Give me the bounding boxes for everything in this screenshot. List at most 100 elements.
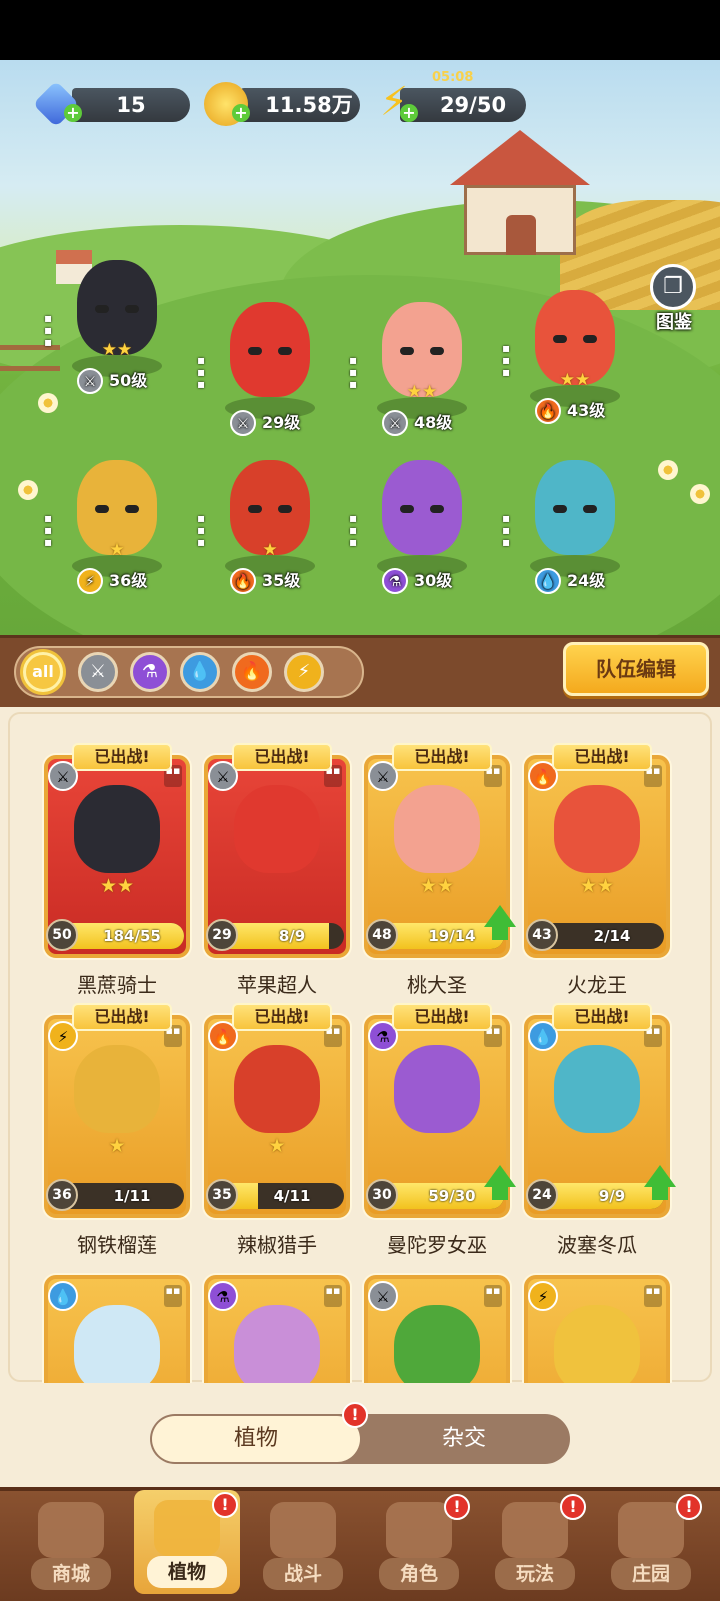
hero-stars: ★: [109, 540, 125, 560]
hero-pips: ▪ ▪ ▪: [44, 311, 53, 349]
shard-progress-text: 1/11: [113, 1187, 151, 1205]
upgrade-arrow-icon: [644, 1165, 676, 1187]
filter-sword-button[interactable]: ⚔: [78, 652, 118, 692]
nav-plant[interactable]: 植物!: [134, 1490, 240, 1594]
add-energy-button[interactable]: +: [400, 104, 418, 122]
hero-level-text: 50级: [109, 371, 148, 390]
card-stars: ★★: [579, 875, 615, 897]
card-grid[interactable]: ⚔ ▪▪ 已出战! ★★ 184/55 50 黑蔗骑士 ⚔ ▪▪ 已出战! 8/9 29 苹果超人 ⚔ ▪▪…: [0, 707, 720, 1383]
plant-card[interactable]: ⚗ ▪▪ 已出战! 59/30 30: [364, 1005, 516, 1218]
plant-card[interactable]: 💧 ▪▪ 已出战! 9/9 24: [524, 1005, 676, 1218]
card-name: 钢铁榴莲: [77, 1233, 157, 1257]
tab-plants[interactable]: 植物: [152, 1416, 360, 1462]
add-gold-button[interactable]: +: [232, 104, 250, 122]
plant-card[interactable]: 🔥 ▪▪ 已出战! ★★ 2/14 43: [524, 745, 670, 958]
filter-lightning-button[interactable]: ⚡: [284, 652, 324, 692]
nav-shop[interactable]: 商城: [18, 1492, 124, 1596]
plant-portrait: [74, 785, 160, 873]
hero-level: 🔥 35级: [230, 568, 300, 594]
shard-progress-text: 184/55: [103, 927, 161, 945]
lineup-hero[interactable]: ▪ ▪ ▪ 💧 24级: [502, 440, 640, 594]
nav-label: 角色: [379, 1558, 459, 1590]
hero-eye: [583, 505, 597, 513]
lineup-hero[interactable]: ★ ▪ ▪ ▪ 🔥 35级: [197, 440, 335, 594]
shard-progress-text: 4/11: [273, 1187, 311, 1205]
lineup-hero[interactable]: ★★ ▪ ▪ ▪ ⚔ 50级: [44, 240, 182, 394]
gem-counter: 15: [72, 88, 190, 122]
plant-card[interactable]: ⚡ ▪▪: [524, 1275, 670, 1383]
shard-progress-text: 2/14: [593, 927, 631, 945]
energy-count: 29/50: [439, 93, 507, 117]
hero-eye: [278, 505, 292, 513]
nav-alert-badge: !: [676, 1494, 702, 1520]
hero-level-text: 43级: [567, 401, 606, 420]
plant-card[interactable]: ⚗ ▪▪: [204, 1275, 350, 1383]
hero-eye: [95, 305, 109, 313]
plant-card[interactable]: ⚔ ▪▪: [364, 1275, 510, 1383]
plant-card[interactable]: ⚔ ▪▪ 已出战! ★★ 19/14 48: [364, 745, 516, 958]
hero-stars: ★★: [406, 382, 438, 402]
nav-gameplay[interactable]: 玩法!: [482, 1492, 588, 1596]
plant-portrait: [74, 1305, 160, 1383]
hero-eye: [278, 347, 292, 355]
filter-fire-button[interactable]: 🔥: [232, 652, 272, 692]
card-grid-inner: ⚔ ▪▪ 已出战! ★★ 184/55 50 黑蔗骑士 ⚔ ▪▪ 已出战! 8/9 29 苹果超人 ⚔ ▪▪…: [0, 707, 720, 1383]
plant-card[interactable]: 💧 ▪▪: [44, 1275, 190, 1383]
lineup-hero[interactable]: ★★ ▪ ▪ ▪ ⚔ 48级: [349, 282, 487, 436]
sword-icon: ⚔: [77, 368, 103, 394]
slot-indicator: ▪▪: [644, 1285, 662, 1307]
card-level: 29: [206, 919, 238, 951]
plant-portrait: [394, 1305, 480, 1383]
card-level: 35: [206, 1179, 238, 1211]
status-bar: [0, 0, 720, 60]
card-level: 30: [366, 1179, 398, 1211]
upgrade-arrow-icon: [484, 905, 516, 927]
filter-all-button[interactable]: all: [23, 652, 63, 692]
nav-manor[interactable]: 庄园!: [598, 1492, 704, 1596]
hero-eye: [553, 505, 567, 513]
hero-level-text: 35级: [262, 571, 301, 590]
plant-card[interactable]: ⚡ ▪▪ 已出战! ★ 1/11 36: [44, 1005, 190, 1218]
deployed-tag: 已出战!: [394, 745, 490, 769]
plant-card[interactable]: ⚔ ▪▪ 已出战! ★★ 184/55 50: [44, 745, 190, 958]
slot-indicator: ▪▪: [484, 1285, 502, 1307]
hero-level-text: 48级: [414, 413, 453, 432]
plant-portrait: [234, 1305, 320, 1383]
upgrade-arrow-stem: [492, 926, 508, 940]
lineup-hero[interactable]: ▪ ▪ ▪ ⚗ 30级: [349, 440, 487, 594]
deployed-tag: 已出战!: [74, 1005, 170, 1029]
hero-stars: ★★: [559, 370, 591, 390]
lineup-hero[interactable]: ★ ▪ ▪ ▪ ⚡ 36级: [44, 440, 182, 594]
hero-level: ⚡ 36级: [77, 568, 147, 594]
lineup-hero[interactable]: ▪ ▪ ▪ ⚔ 29级: [197, 282, 335, 436]
hero-pips: ▪ ▪ ▪: [197, 511, 206, 549]
plant-portrait: [394, 785, 480, 873]
plant-portrait: [74, 1045, 160, 1133]
filter-potion-button[interactable]: ⚗: [130, 652, 170, 692]
lineup-hero[interactable]: ★★ ▪ ▪ ▪ 🔥 43级: [502, 270, 640, 424]
filter-water-button[interactable]: 💧: [180, 652, 220, 692]
tab-hybrid[interactable]: 杂交: [360, 1416, 568, 1462]
nav-windmill[interactable]: 战斗: [250, 1492, 356, 1596]
deployed-tag: 已出战!: [74, 745, 170, 769]
hero-figure: [230, 302, 310, 397]
card-name: 曼陀罗女巫: [387, 1233, 487, 1257]
potion-icon: ⚗: [141, 661, 159, 682]
add-gems-button[interactable]: +: [64, 104, 82, 122]
nav-label: 庄园: [611, 1558, 691, 1590]
plant-card[interactable]: ⚔ ▪▪ 已出战! 8/9 29: [204, 745, 350, 958]
plant-card[interactable]: 🔥 ▪▪ 已出战! ★ 4/11 35: [204, 1005, 350, 1218]
hero-eye: [125, 305, 139, 313]
manor-icon: [618, 1502, 684, 1558]
plant-portrait: [394, 1045, 480, 1133]
nav-character[interactable]: 角色!: [366, 1492, 472, 1596]
card-level: 24: [526, 1179, 558, 1211]
atlas-button[interactable]: ❐ 图鉴: [646, 264, 702, 333]
sword-icon: ⚔: [382, 410, 408, 436]
card-stars: ★★: [419, 875, 455, 897]
team-edit-button[interactable]: 队伍编辑: [563, 642, 709, 696]
hero-pips: ▪ ▪ ▪: [349, 511, 358, 549]
hero-stars: ★★: [101, 340, 133, 360]
lightning-icon: ⚡: [528, 1281, 558, 1311]
flower: [658, 460, 678, 480]
